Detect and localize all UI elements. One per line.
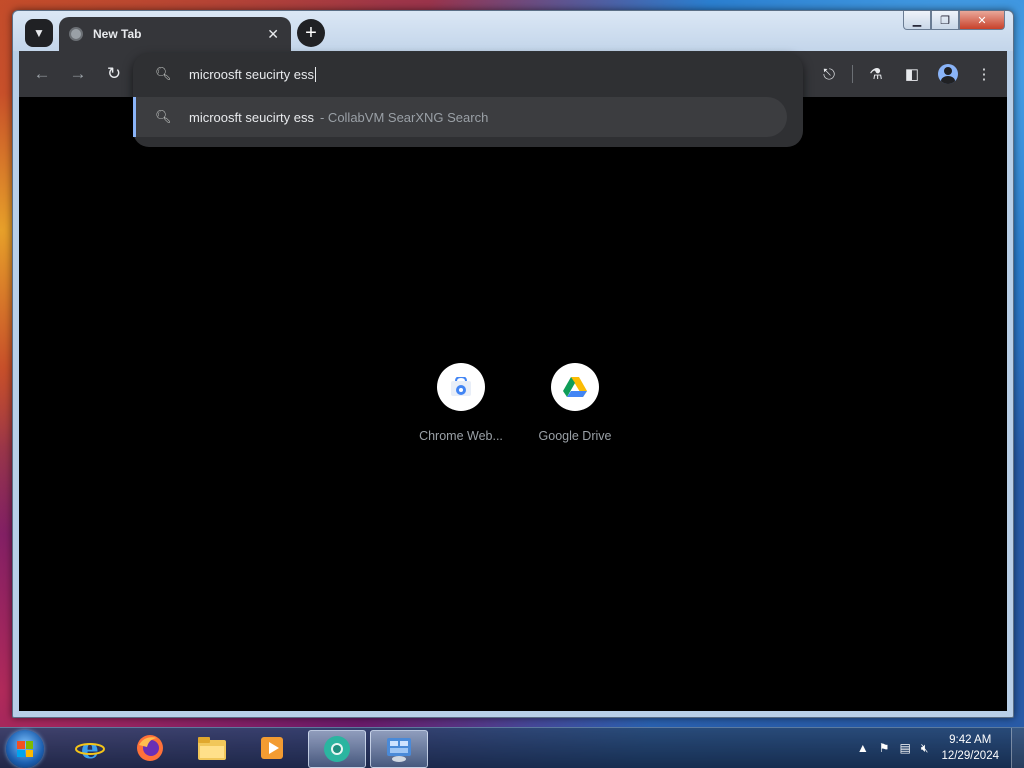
chevron-down-icon: ▼ [33, 26, 45, 40]
search-icon: 🔍︎ [155, 109, 172, 124]
shortcut-label: Chrome Web... [419, 429, 503, 443]
arrow-left-icon: ← [33, 64, 51, 83]
side-panel-icon[interactable]: ◧ [899, 61, 925, 87]
clock[interactable]: 9:42 AM 12/29/2024 [941, 732, 999, 764]
show-desktop-button[interactable] [1011, 728, 1024, 768]
forward-button[interactable]: → [65, 61, 91, 87]
chrome-window: ▼ New Tab ✕ + ▁ ❐ ✕ ← → ↻ ⎋ ⚗ ◧ ⋮ Chrome… [12, 10, 1014, 718]
address-bar[interactable]: 🔍︎ microosft seucirty ess [133, 53, 803, 95]
plus-icon: + [305, 22, 317, 44]
suggestion-source: - CollabVM SearXNG Search [319, 109, 489, 125]
maximize-button[interactable]: ❐ [931, 11, 959, 30]
omnibox-dropdown: 🔍︎ microosft seucirty ess 🔍︎ microosft s… [133, 53, 803, 147]
show-hidden-icons-icon[interactable]: ▲ [857, 741, 869, 755]
toolbar-separator [852, 65, 853, 83]
arrow-right-icon: → [69, 64, 87, 83]
control-panel-icon[interactable] [370, 730, 428, 768]
suggestion-text: microosft seucirty ess [189, 109, 314, 125]
reload-button[interactable]: ↻ [101, 61, 127, 87]
chrome-canary-icon[interactable] [308, 730, 366, 768]
window-controls: ▁ ❐ ✕ [903, 11, 1005, 30]
profile-button[interactable] [935, 61, 961, 87]
clock-time: 9:42 AM [949, 734, 992, 746]
tab-new-tab[interactable]: New Tab ✕ [59, 17, 291, 51]
search-icon: 🔍︎ [155, 66, 172, 81]
start-button[interactable] [6, 730, 44, 768]
file-explorer-icon[interactable] [184, 730, 240, 766]
tab-search-button[interactable]: ▼ [25, 19, 53, 47]
address-input[interactable]: microosft seucirty ess [189, 66, 316, 82]
internet-explorer-icon[interactable]: e [62, 730, 118, 766]
svg-text:e: e [81, 733, 99, 763]
toolbar-right-icons: ⎋ ⚗ ◧ ⋮ [816, 61, 997, 87]
network-icon[interactable]: ▤ [900, 741, 911, 755]
new-tab-page: Chrome Web... Google Drive [19, 97, 1007, 711]
title-bar: ▼ New Tab ✕ + ▁ ❐ ✕ [13, 11, 1013, 51]
shortcut-label: Google Drive [538, 429, 612, 443]
reload-icon: ↻ [106, 64, 122, 83]
media-player-icon[interactable] [244, 730, 300, 766]
close-window-button[interactable]: ✕ [959, 11, 1005, 30]
new-tab-button[interactable]: + [297, 19, 325, 47]
windows-logo-icon [17, 741, 33, 757]
system-tray: ▲ ⚑ ▤ 🔇︎ 9:42 AM 12/29/2024 [852, 728, 1024, 768]
menu-kebab-icon[interactable]: ⋮ [971, 61, 997, 87]
omnibox-suggestion[interactable]: 🔍︎ microosft seucirty ess - CollabVM Sea… [133, 97, 787, 137]
globe-icon [69, 27, 83, 41]
firefox-icon[interactable] [122, 730, 178, 766]
back-button[interactable]: ← [29, 61, 55, 87]
labs-flask-icon[interactable]: ⚗ [863, 61, 889, 87]
shortcut-google-drive[interactable]: Google Drive [525, 363, 625, 443]
minimize-button[interactable]: ▁ [903, 11, 931, 30]
extensions-icon[interactable]: ⎋ [816, 61, 842, 87]
shortcut-chrome-web-store[interactable]: Chrome Web... [411, 363, 511, 443]
volume-muted-icon[interactable]: 🔇︎ [921, 741, 929, 756]
tab-title: New Tab [93, 27, 142, 41]
taskbar: e ▲ ⚑ ▤ 🔇︎ 9:42 AM 12/29/2024 [0, 727, 1024, 768]
close-tab-icon[interactable]: ✕ [267, 26, 279, 43]
google-drive-icon [551, 363, 599, 411]
avatar-icon [938, 64, 958, 84]
chrome-web-store-icon [437, 363, 485, 411]
action-center-flag-icon[interactable]: ⚑ [879, 741, 890, 755]
clock-date: 12/29/2024 [941, 750, 999, 762]
